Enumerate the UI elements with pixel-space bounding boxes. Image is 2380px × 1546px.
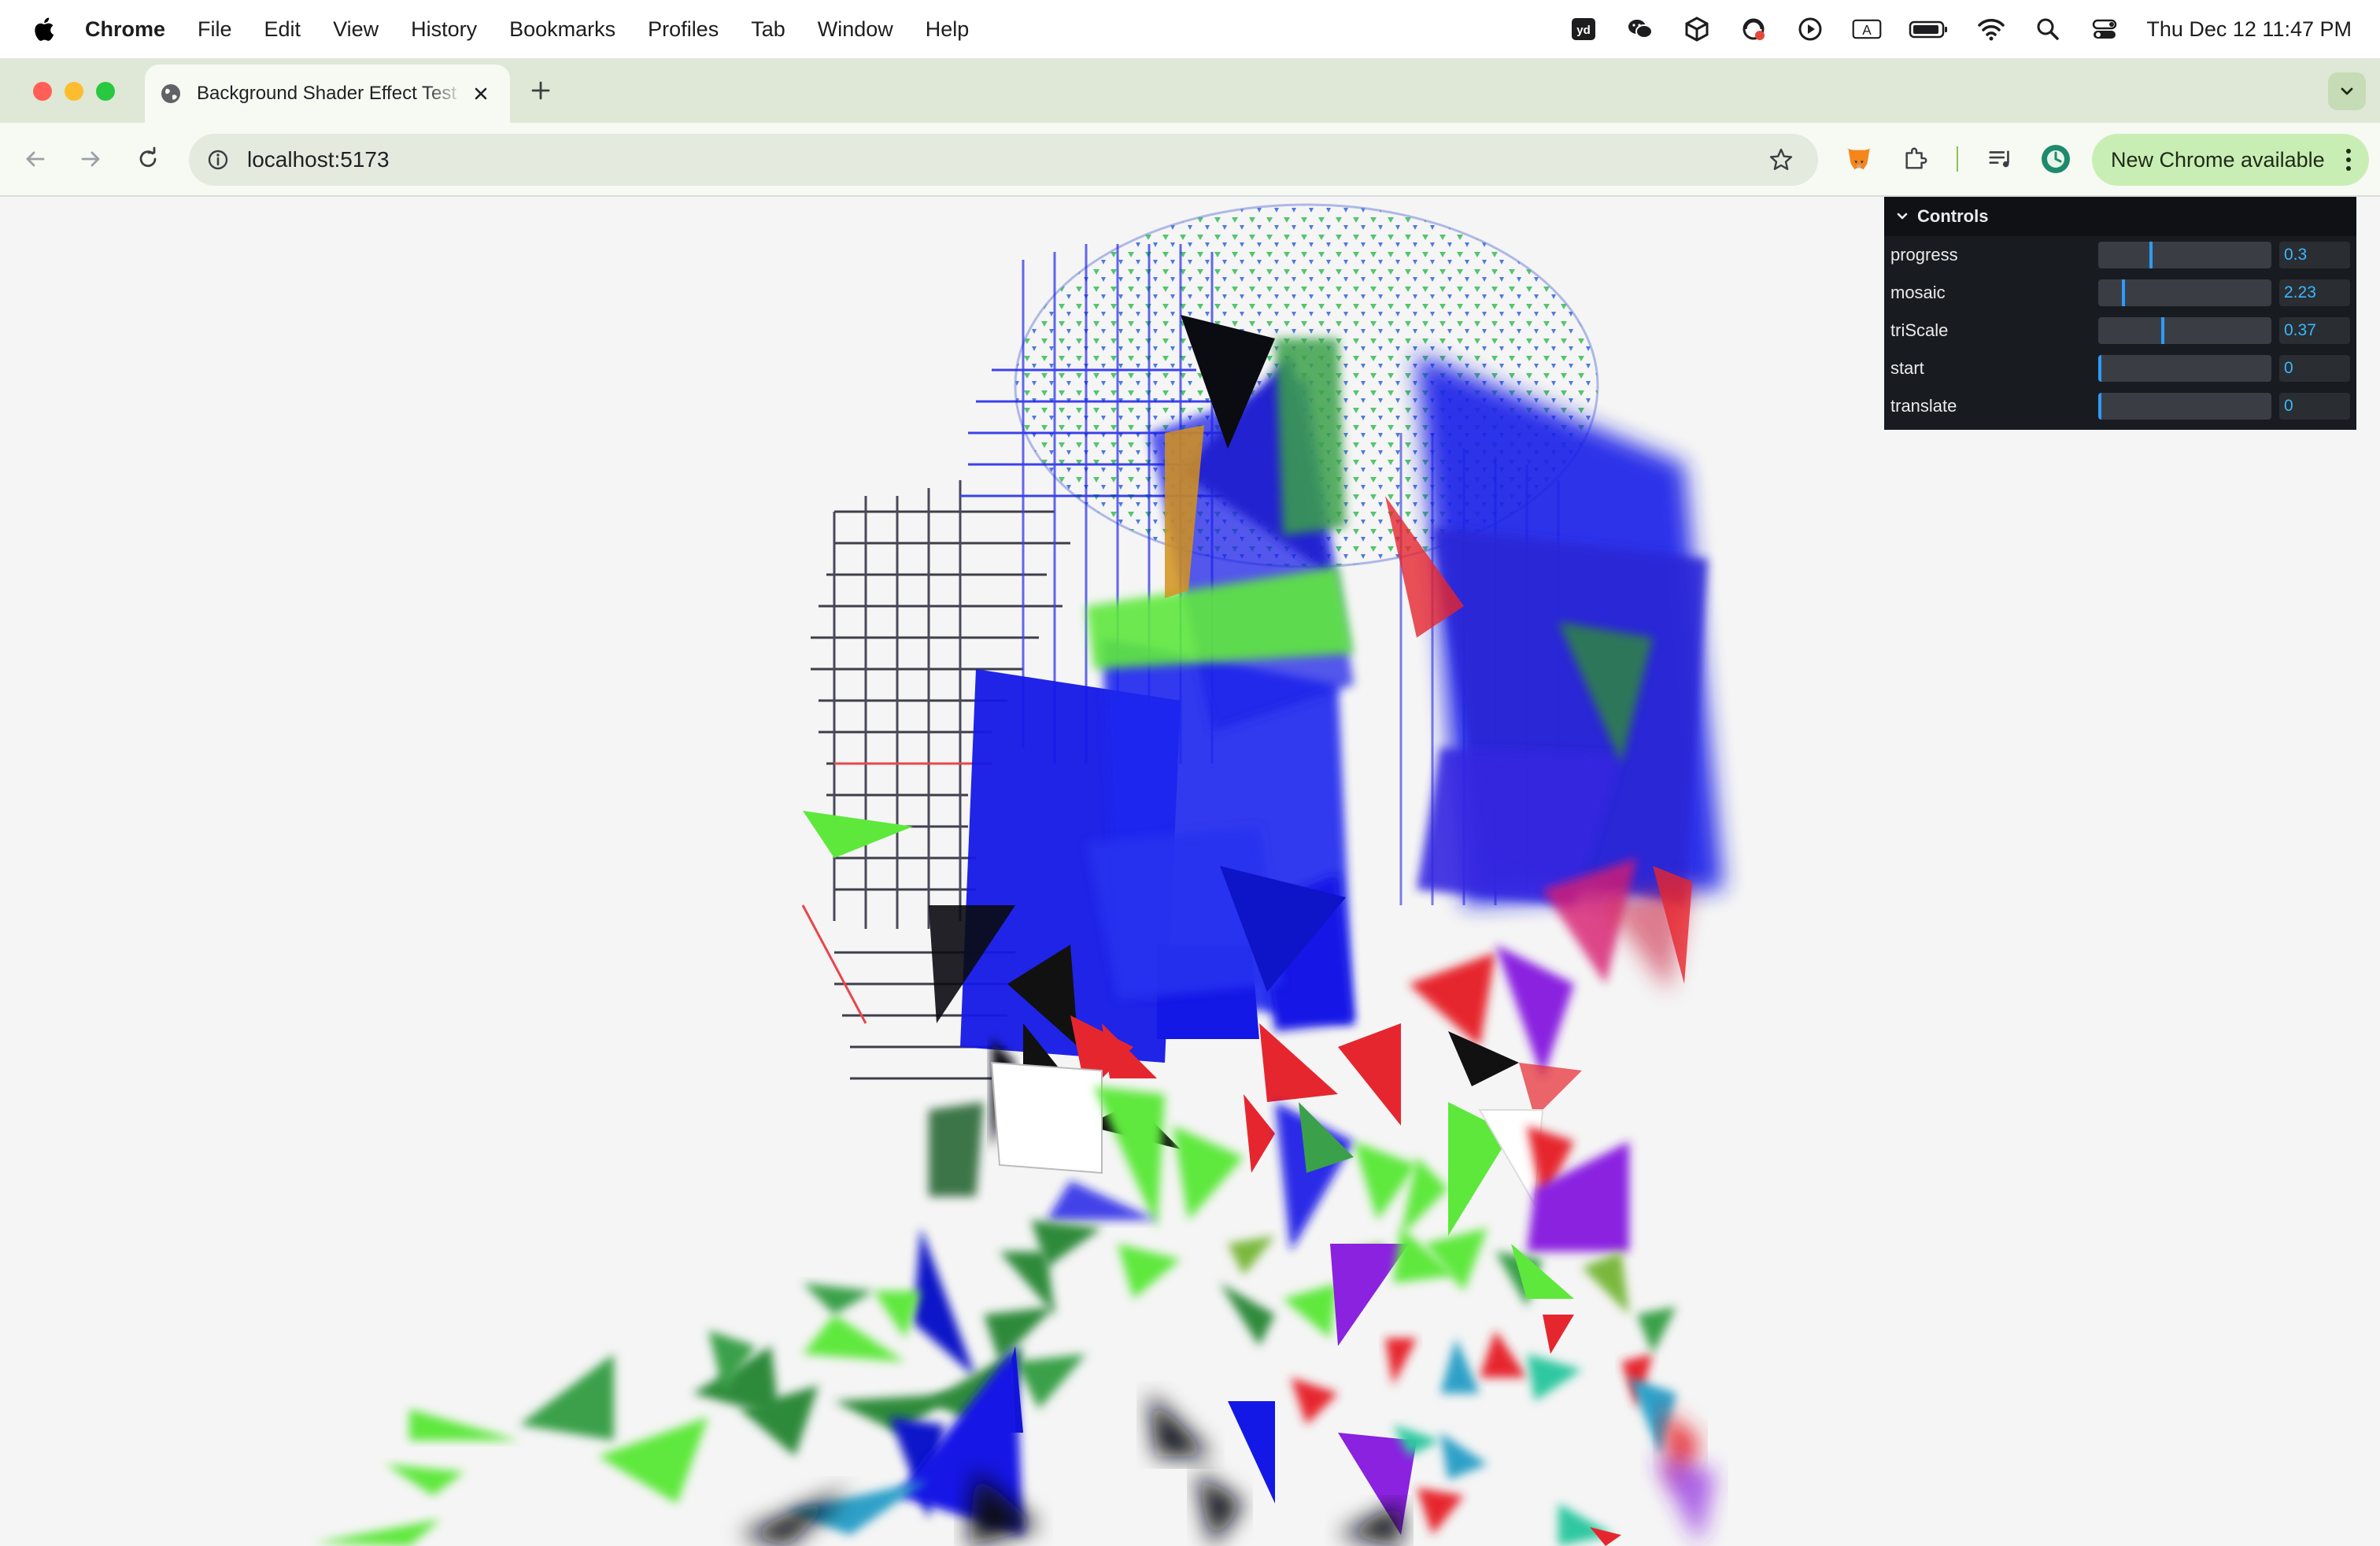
tab-title: Background Shader Effect Test (197, 83, 456, 104)
start-slider[interactable] (2098, 355, 2271, 382)
arrow-left-icon (26, 151, 45, 167)
mosaic-slider[interactable] (2098, 279, 2271, 306)
apple-logo-icon[interactable] (31, 16, 55, 43)
control-label: translate (1890, 396, 1957, 416)
dictionary-icon[interactable]: yd (1569, 14, 1598, 44)
progress-value-input[interactable]: 0.3 (2279, 242, 2350, 268)
svg-text:A: A (1863, 22, 1872, 38)
menu-window[interactable]: Window (818, 17, 893, 42)
control-center-icon[interactable] (2090, 14, 2119, 44)
battery-icon[interactable] (1909, 14, 1949, 44)
slider-thumb[interactable] (2149, 242, 2153, 268)
menu-bar: Chrome File Edit View History Bookmarks … (0, 0, 2380, 58)
control-label: mosaic (1890, 283, 1946, 302)
new-chrome-available-button[interactable]: New Chrome available (2092, 134, 2369, 186)
tab-search-button[interactable] (2328, 72, 2366, 110)
control-label: progress (1890, 245, 1958, 264)
metamask-extension-icon[interactable] (1842, 142, 1876, 176)
slider-thumb[interactable] (2098, 393, 2101, 420)
menu-app-name[interactable]: Chrome (85, 17, 165, 42)
slider-thumb[interactable] (2122, 279, 2125, 306)
bookmark-star-icon[interactable] (1768, 146, 1794, 173)
triScale-value-input[interactable]: 0.37 (2279, 317, 2350, 344)
screen-recorder-icon[interactable] (1739, 14, 1768, 44)
control-row-triScale: triScale 0.37 (1884, 312, 2356, 350)
triScale-slider[interactable] (2098, 317, 2271, 344)
control-label: start (1890, 358, 1924, 378)
chevron-down-icon (2341, 87, 2353, 95)
address-bar[interactable]: localhost:5173 (189, 134, 1818, 186)
forward-button[interactable] (76, 143, 107, 175)
menu-bar-clock[interactable]: Thu Dec 12 11:47 PM (2146, 17, 2352, 42)
menu-tab[interactable]: Tab (751, 17, 785, 42)
back-button[interactable] (19, 143, 50, 175)
arrow-right-icon (81, 151, 100, 167)
chevron-down-icon[interactable] (1895, 209, 1909, 224)
wifi-icon[interactable] (1976, 14, 2006, 44)
play-circle-icon[interactable] (1795, 14, 1825, 44)
control-row-translate: translate 0 (1884, 387, 2356, 425)
tab-close-icon[interactable] (471, 83, 491, 104)
control-label: triScale (1890, 320, 1949, 340)
mosaic-value-input[interactable]: 2.23 (2279, 279, 2350, 306)
wechat-icon[interactable] (1625, 14, 1655, 44)
spotlight-search-icon[interactable] (2033, 14, 2063, 44)
cube-icon[interactable] (1682, 14, 1712, 44)
control-row-progress: progress 0.3 (1884, 236, 2356, 274)
update-label: New Chrome available (2111, 147, 2325, 172)
more-vert-icon[interactable] (2344, 147, 2353, 172)
media-controls-icon[interactable] (1983, 142, 2018, 176)
reload-icon (139, 146, 157, 168)
translate-value-input[interactable]: 0 (2279, 393, 2350, 420)
menu-history[interactable]: History (411, 17, 477, 42)
reload-button[interactable] (132, 143, 164, 175)
menu-file[interactable]: File (198, 17, 232, 42)
site-info-icon[interactable] (206, 148, 230, 172)
svg-text:yd: yd (1577, 24, 1591, 37)
progress-slider[interactable] (2098, 242, 2271, 268)
address-url[interactable]: localhost:5173 (247, 147, 390, 172)
toolbar-separator (1957, 146, 1958, 172)
window-zoom-button[interactable] (96, 82, 115, 101)
controls-panel[interactable]: Controls progress 0.3 mosaic 2.23 triScale 0.… (1884, 197, 2356, 430)
window-minimize-button[interactable] (65, 82, 83, 101)
window-close-button[interactable] (33, 82, 52, 101)
input-source-icon[interactable]: A (1852, 14, 1882, 44)
extensions-puzzle-icon[interactable] (1898, 142, 1933, 176)
globe-icon (161, 84, 180, 103)
new-tab-plus-icon[interactable] (527, 77, 554, 104)
control-row-mosaic: mosaic 2.23 (1884, 274, 2356, 312)
menu-profiles[interactable]: Profiles (648, 17, 719, 42)
translate-slider[interactable] (2098, 393, 2271, 420)
shader-shoulder-triangles (315, 1220, 1716, 1546)
menu-edit[interactable]: Edit (264, 17, 301, 42)
slider-thumb[interactable] (2161, 317, 2164, 344)
menu-help[interactable]: Help (926, 17, 970, 42)
control-row-start: start 0 (1884, 350, 2356, 387)
menu-bookmarks[interactable]: Bookmarks (509, 17, 615, 42)
slider-thumb[interactable] (2098, 355, 2101, 382)
controls-header[interactable]: Controls (1884, 197, 2356, 236)
controls-title: Controls (1917, 206, 1989, 226)
profile-avatar-icon[interactable] (2038, 142, 2073, 176)
start-value-input[interactable]: 0 (2279, 355, 2350, 382)
tab-active[interactable]: Background Shader Effect Test (145, 65, 510, 123)
menu-view[interactable]: View (333, 17, 379, 42)
